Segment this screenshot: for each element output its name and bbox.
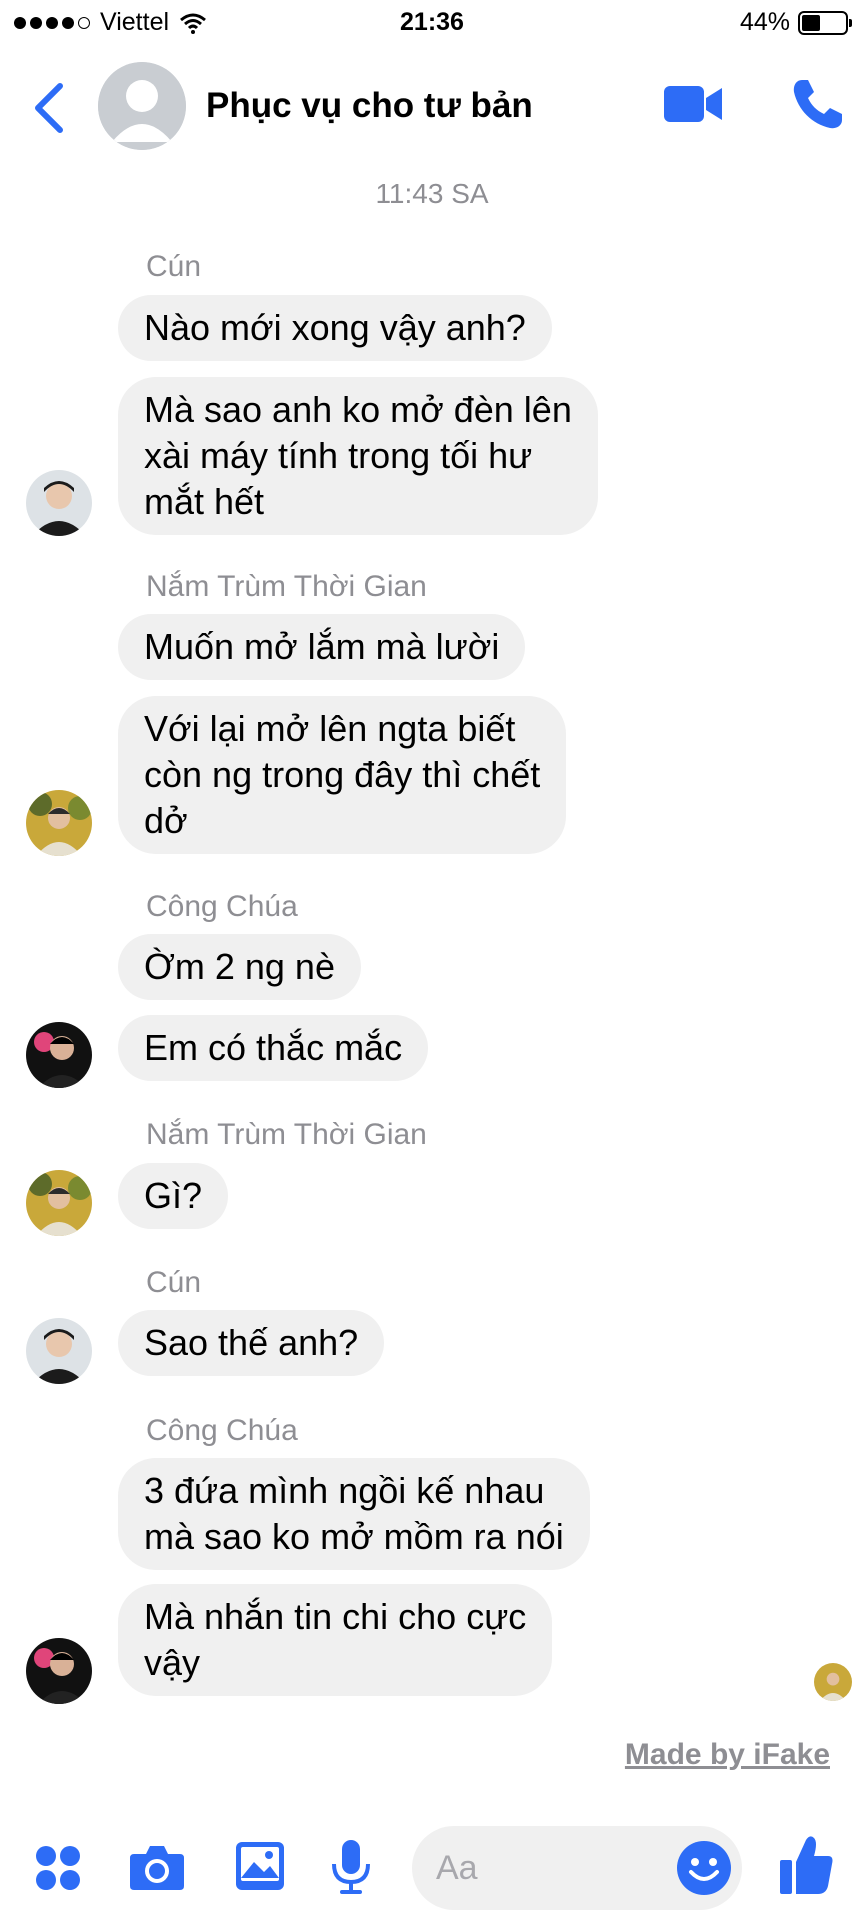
avatar-cun[interactable]: [26, 1318, 92, 1384]
battery-status: 44%: [739, 8, 852, 37]
sender-name: Cún: [146, 250, 202, 283]
message-composer[interactable]: [412, 1826, 742, 1910]
message-bubble[interactable]: Muốn mở lắm mà lười: [118, 614, 526, 680]
four-dots-icon[interactable]: [34, 1844, 82, 1892]
back-icon[interactable]: [26, 80, 72, 136]
message-bubble[interactable]: Ờm 2 ng nè: [118, 934, 361, 1000]
sender-name: Công Chúa: [146, 890, 298, 923]
status-bar: Viettel 21:36 44%: [0, 0, 864, 46]
thumbs-up-icon[interactable]: [778, 1834, 834, 1896]
message-bubble[interactable]: Em có thắc mắc: [118, 1015, 429, 1081]
avatar-cong-chua[interactable]: [26, 1638, 92, 1704]
message-bubble[interactable]: Mà sao anh ko mở đèn lên xài máy tính tr…: [118, 377, 598, 535]
camera-icon[interactable]: [128, 1842, 186, 1892]
sender-name: Nắm Trùm Thời Gian: [146, 1118, 427, 1151]
composer-bar: [0, 1818, 864, 1920]
smiley-icon[interactable]: [676, 1840, 732, 1896]
image-icon[interactable]: [234, 1840, 286, 1892]
message-input[interactable]: [436, 1844, 656, 1892]
microphone-icon[interactable]: [330, 1838, 372, 1896]
message-bubble[interactable]: Nào mới xong vậy anh?: [118, 295, 552, 361]
video-camera-icon[interactable]: [662, 80, 724, 128]
message-bubble[interactable]: Sao thế anh?: [118, 1310, 385, 1376]
sender-name: Công Chúa: [146, 1414, 298, 1447]
battery-icon: [798, 10, 852, 35]
avatar-cong-chua[interactable]: [26, 1022, 92, 1088]
message-bubble[interactable]: 3 đứa mình ngồi kế nhau mà sao ko mở mồm…: [118, 1458, 590, 1570]
message-bubble[interactable]: Mà nhắn tin chi cho cực vậy: [118, 1584, 553, 1696]
group-avatar[interactable]: [98, 62, 186, 150]
avatar-nam-trum-thoi-gian[interactable]: [26, 790, 92, 856]
clock: 21:36: [400, 8, 464, 36]
message-timestamp: 11:43 SA: [375, 178, 489, 209]
watermark: Made by iFake: [624, 1738, 830, 1771]
message-bubble[interactable]: Với lại mở lên ngta biết còn ng trong đâ…: [118, 696, 567, 854]
message-bubble[interactable]: Gì?: [118, 1163, 229, 1229]
sender-name: Nắm Trùm Thời Gian: [146, 570, 427, 603]
conversation-header: Phục vụ cho tư bản: [0, 50, 864, 160]
seen-indicator-avatar: [814, 1663, 852, 1701]
avatar-cun[interactable]: [26, 470, 92, 536]
sender-name: Cún: [146, 1266, 202, 1299]
conversation-title: Phục vụ cho tư bản: [206, 86, 533, 125]
avatar-nam-trum-thoi-gian[interactable]: [26, 1170, 92, 1236]
battery-percent: 44%: [739, 8, 790, 36]
phone-icon[interactable]: [790, 76, 846, 132]
